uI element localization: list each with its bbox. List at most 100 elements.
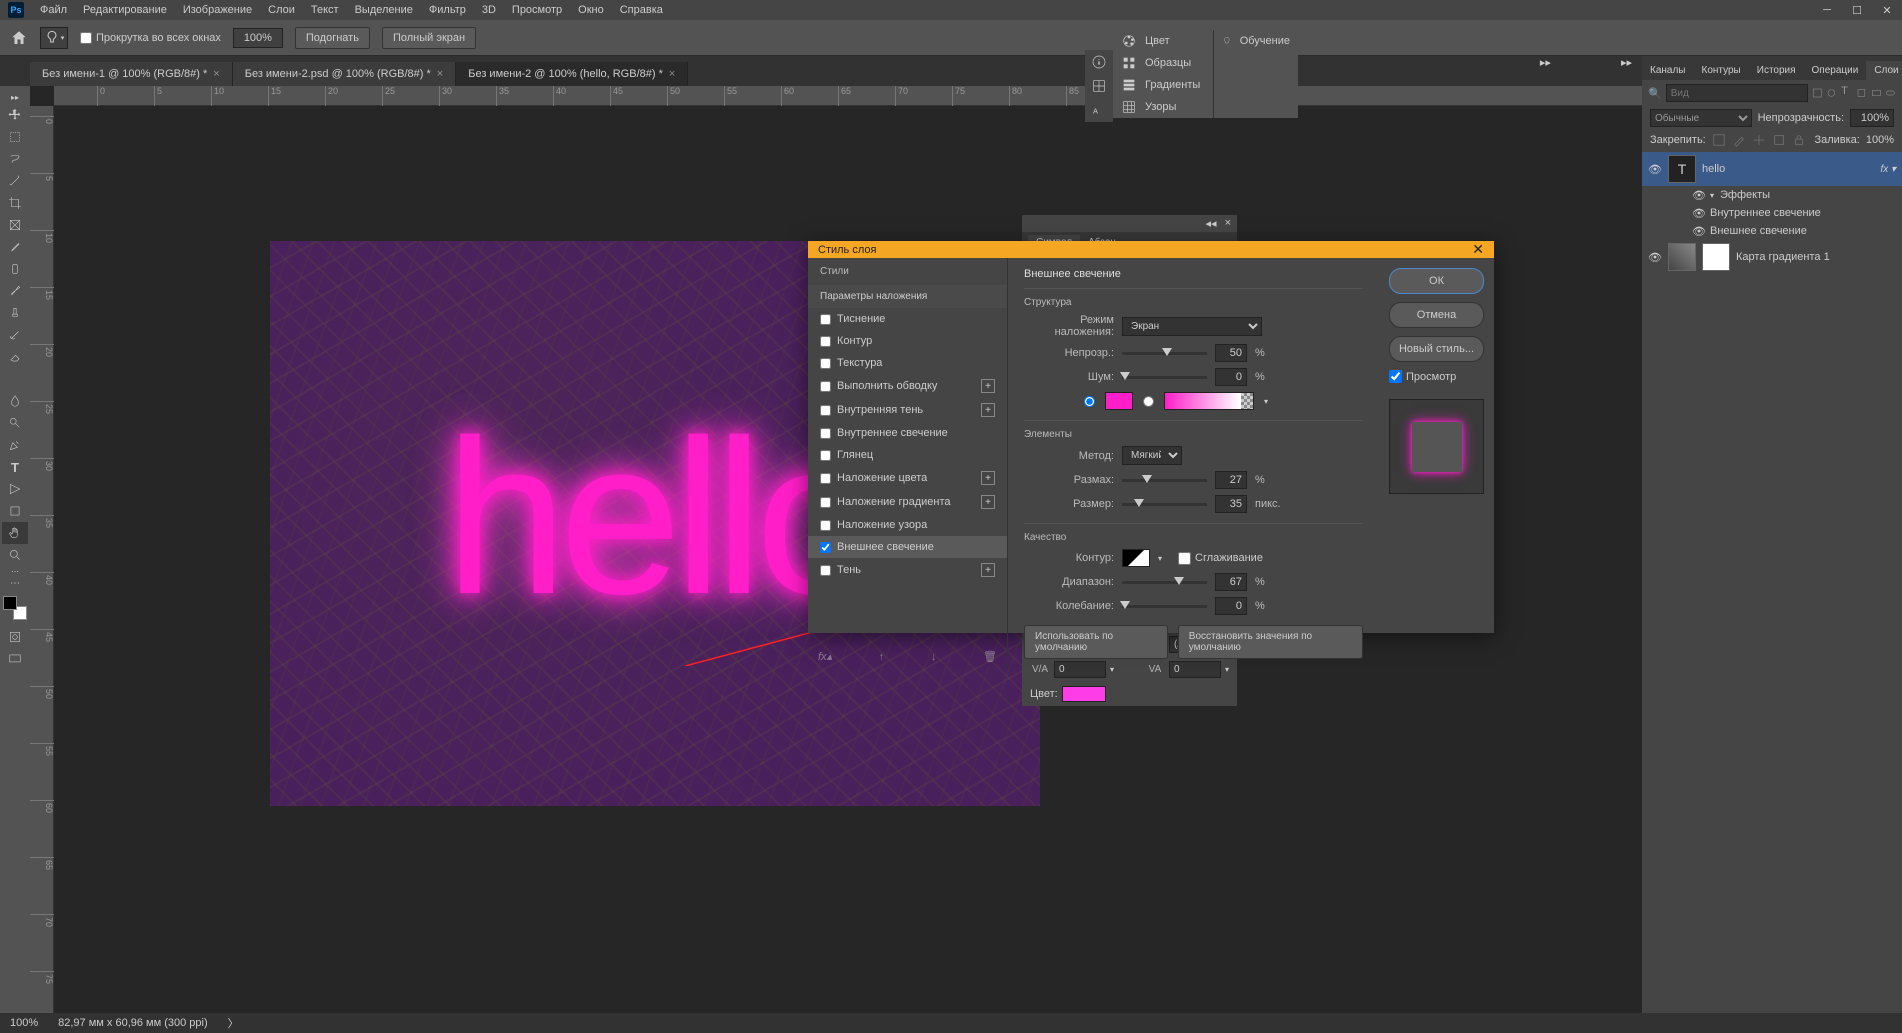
fullscreen-button[interactable]: Полный экран bbox=[382, 27, 476, 49]
lasso-tool[interactable] bbox=[2, 148, 28, 170]
menu-layers[interactable]: Слои bbox=[260, 1, 303, 19]
reset-default-button[interactable]: Восстановить значения по умолчанию bbox=[1178, 625, 1363, 659]
layer-item[interactable]: 👁 T hello fx ▾ bbox=[1642, 152, 1902, 186]
color-swatches[interactable] bbox=[3, 596, 27, 620]
tab-actions[interactable]: Операции bbox=[1804, 61, 1867, 80]
tab-channels[interactable]: Каналы bbox=[1642, 61, 1694, 80]
close-icon[interactable]: ✕ bbox=[1472, 241, 1484, 258]
pen-tool[interactable] bbox=[2, 434, 28, 456]
cancel-button[interactable]: Отмена bbox=[1389, 302, 1484, 328]
style-checkbox[interactable] bbox=[820, 428, 831, 439]
jitter-value[interactable]: 0 bbox=[1215, 597, 1247, 615]
glow-color-swatch[interactable] bbox=[1105, 392, 1133, 410]
status-zoom[interactable]: 100% bbox=[10, 1017, 38, 1029]
shape-tool[interactable] bbox=[2, 500, 28, 522]
lock-all-icon[interactable] bbox=[1792, 133, 1806, 147]
type-tool[interactable]: T bbox=[2, 456, 28, 478]
window-minimize-icon[interactable]: ─ bbox=[1812, 0, 1842, 20]
menu-edit[interactable]: Редактирование bbox=[75, 1, 175, 19]
style-option[interactable]: Контур bbox=[808, 330, 1007, 352]
layer-name[interactable]: hello bbox=[1702, 163, 1874, 175]
menu-select[interactable]: Выделение bbox=[347, 1, 421, 19]
dropdown-item-patterns[interactable]: Узоры bbox=[1113, 96, 1213, 118]
document-tab[interactable]: Без имени-1 @ 100% (RGB/8#) *× bbox=[30, 62, 233, 86]
jitter-slider[interactable] bbox=[1122, 605, 1207, 608]
blend-mode-select[interactable]: Обычные bbox=[1650, 109, 1752, 127]
path-tool[interactable] bbox=[2, 478, 28, 500]
layer-name[interactable]: Карта градиента 1 bbox=[1736, 251, 1896, 263]
style-checkbox[interactable] bbox=[820, 381, 831, 392]
style-option[interactable]: Внутреннее свечение bbox=[808, 422, 1007, 444]
style-checkbox[interactable] bbox=[820, 473, 831, 484]
spread-value[interactable]: 27 bbox=[1215, 471, 1247, 489]
zoom-field[interactable]: 100% bbox=[233, 28, 283, 48]
chevron-right-icon[interactable]: 〉 bbox=[228, 1015, 239, 1031]
close-icon[interactable]: × bbox=[213, 68, 219, 80]
visibility-icon[interactable]: 👁 bbox=[1648, 163, 1662, 176]
menu-text[interactable]: Текст bbox=[303, 1, 347, 19]
current-tool-icon[interactable]: ▾ bbox=[40, 27, 68, 49]
heal-tool[interactable] bbox=[2, 258, 28, 280]
preview-checkbox[interactable]: Просмотр bbox=[1389, 370, 1484, 383]
menu-filter[interactable]: Фильтр bbox=[421, 1, 474, 19]
zoom-tool[interactable] bbox=[2, 544, 28, 566]
screenmode-icon[interactable] bbox=[2, 648, 28, 670]
style-option[interactable]: Тень+ bbox=[808, 558, 1007, 582]
make-default-button[interactable]: Использовать по умолчанию bbox=[1024, 625, 1168, 659]
glow-gradient-radio[interactable] bbox=[1143, 396, 1154, 407]
crop-tool[interactable] bbox=[2, 192, 28, 214]
menu-view[interactable]: Просмотр bbox=[504, 1, 570, 19]
type-icon[interactable]: A bbox=[1091, 102, 1107, 118]
expand-icon[interactable]: ▸▸ bbox=[2, 90, 28, 104]
style-checkbox[interactable] bbox=[820, 542, 831, 553]
window-maximize-icon[interactable]: ☐ bbox=[1842, 0, 1872, 20]
range-value[interactable]: 67 bbox=[1215, 573, 1247, 591]
style-option[interactable]: Глянец bbox=[808, 444, 1007, 466]
filter-toggle[interactable] bbox=[1885, 85, 1896, 101]
wand-tool[interactable] bbox=[2, 170, 28, 192]
glow-color-radio[interactable] bbox=[1084, 396, 1095, 407]
ok-button[interactable]: ОК bbox=[1389, 268, 1484, 294]
size-slider[interactable] bbox=[1122, 503, 1207, 506]
fx-icon[interactable]: fx▴ bbox=[818, 650, 832, 663]
style-option[interactable]: Наложение градиента+ bbox=[808, 490, 1007, 514]
style-checkbox[interactable] bbox=[820, 314, 831, 325]
layer-filter-input[interactable] bbox=[1666, 84, 1808, 102]
style-checkbox[interactable] bbox=[820, 405, 831, 416]
hand-tool[interactable] bbox=[2, 522, 28, 544]
dropdown-item-color[interactable]: Цвет bbox=[1113, 30, 1213, 52]
tab-paths[interactable]: Контуры bbox=[1694, 61, 1749, 80]
collapse-icon[interactable]: ◂◂ bbox=[1206, 217, 1217, 230]
noise-slider[interactable] bbox=[1122, 376, 1207, 379]
grid-icon[interactable] bbox=[1091, 78, 1107, 94]
document-tab[interactable]: Без имени-2.psd @ 100% (RGB/8#) *× bbox=[233, 62, 457, 86]
close-icon[interactable]: × bbox=[1225, 217, 1231, 230]
history-brush-tool[interactable] bbox=[2, 324, 28, 346]
style-checkbox[interactable] bbox=[820, 336, 831, 347]
dodge-tool[interactable] bbox=[2, 412, 28, 434]
tab-layers[interactable]: Слои bbox=[1866, 61, 1902, 80]
frame-tool[interactable] bbox=[2, 214, 28, 236]
layer-effect[interactable]: 👁Внешнее свечение bbox=[1642, 222, 1902, 240]
trash-icon[interactable]: 🗑 bbox=[983, 650, 997, 663]
method-select[interactable]: Мягкий bbox=[1122, 446, 1182, 465]
add-instance-icon[interactable]: + bbox=[981, 495, 995, 509]
glow-gradient-picker[interactable] bbox=[1164, 392, 1254, 410]
style-checkbox[interactable] bbox=[820, 497, 831, 508]
collapse-icon[interactable]: ▸▸ bbox=[1621, 56, 1632, 69]
add-instance-icon[interactable]: + bbox=[981, 403, 995, 417]
style-option[interactable]: Наложение узора bbox=[808, 514, 1007, 536]
dropdown-item-swatches[interactable]: Образцы bbox=[1113, 52, 1213, 74]
style-option[interactable]: Внешнее свечение bbox=[808, 536, 1007, 558]
edit-toolbar-icon[interactable]: ⋯ bbox=[2, 576, 28, 590]
fill-value[interactable]: 100% bbox=[1866, 134, 1894, 146]
close-icon[interactable]: × bbox=[669, 68, 675, 80]
style-checkbox[interactable] bbox=[820, 358, 831, 369]
opacity-value[interactable]: 50 bbox=[1215, 344, 1247, 362]
quickmask-icon[interactable] bbox=[2, 626, 28, 648]
style-option[interactable]: Текстура bbox=[808, 352, 1007, 374]
menu-window[interactable]: Окно bbox=[570, 1, 612, 19]
gradient-tool[interactable] bbox=[2, 368, 28, 390]
contour-picker[interactable] bbox=[1122, 549, 1150, 567]
close-icon[interactable]: × bbox=[437, 68, 443, 80]
